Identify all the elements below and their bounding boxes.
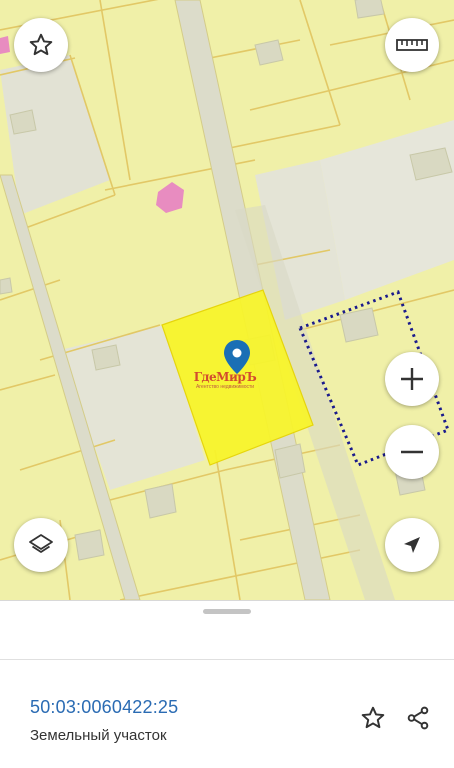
object-type-label: Земельный участок	[30, 727, 167, 744]
share-button[interactable]	[403, 703, 433, 733]
layers-button[interactable]	[14, 518, 68, 572]
favorite-button[interactable]	[14, 18, 68, 72]
cadastral-number-link[interactable]: 50:03:0060422:25	[30, 697, 178, 718]
agency-watermark: ГдеМирЪ Агентство недвижимости	[190, 370, 260, 390]
divider	[0, 659, 454, 660]
watermark-subtitle: Агентство недвижимости	[195, 384, 255, 390]
ruler-button[interactable]	[385, 18, 439, 72]
star-icon	[361, 706, 385, 729]
map-view[interactable]: ГдеМирЪ Агентство недвижимости	[0, 0, 454, 600]
sheet-favorite-button[interactable]	[358, 703, 388, 733]
info-bottom-sheet[interactable]: 50:03:0060422:25 Земельный участок	[0, 600, 454, 768]
locate-button[interactable]	[385, 518, 439, 572]
zoom-out-button[interactable]	[385, 425, 439, 479]
navigation-arrow-icon	[404, 537, 420, 553]
share-icon	[407, 706, 429, 730]
star-icon	[29, 33, 53, 56]
zoom-in-button[interactable]	[385, 352, 439, 406]
watermark-title: ГдеМирЪ	[193, 370, 257, 384]
layers-icon	[29, 534, 53, 553]
ruler-icon	[396, 39, 428, 51]
minus-icon	[401, 450, 423, 454]
plus-icon	[401, 368, 423, 390]
cadastral-map	[0, 0, 454, 600]
drag-handle[interactable]	[203, 609, 251, 614]
